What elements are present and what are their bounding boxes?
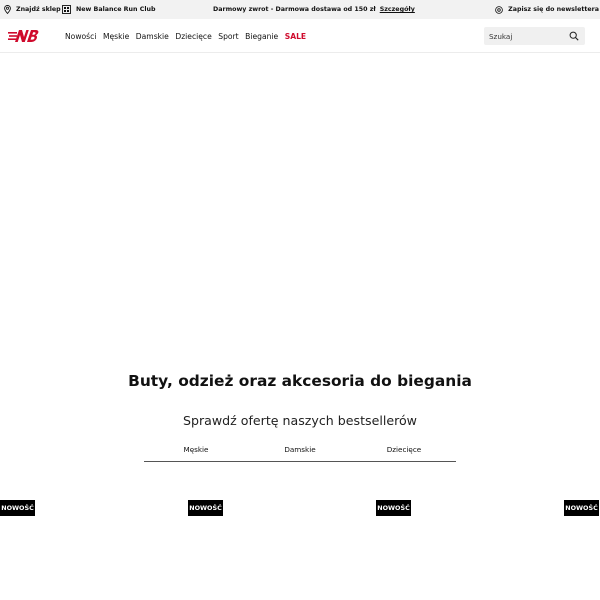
nav-item-sale[interactable]: SALE bbox=[285, 32, 306, 41]
bestseller-tabs: Męskie Damskie Dziecięce bbox=[144, 441, 456, 462]
new-balance-logo[interactable] bbox=[8, 28, 39, 44]
promo-banner: Darmowy zwrot - Darmowa dostawa od 150 z… bbox=[213, 0, 415, 19]
new-badge: NOWOŚĆ bbox=[564, 500, 599, 516]
nav-item-meskie[interactable]: Męskie bbox=[103, 32, 129, 41]
run-club-icon bbox=[62, 5, 71, 14]
nav-item-nowosci[interactable]: Nowości bbox=[65, 32, 96, 41]
at-sign-icon bbox=[495, 5, 503, 14]
utility-bar: Znajdź sklep New Balance Run Club Darmow… bbox=[0, 0, 600, 19]
section-headline: Buty, odzież oraz akcesoria do biegania bbox=[128, 372, 472, 390]
tab-damskie[interactable]: Damskie bbox=[248, 441, 352, 461]
main-nav: Nowości Męskie Damskie Dziecięce Sport B… bbox=[65, 19, 313, 53]
nav-item-bieganie[interactable]: Bieganie bbox=[245, 32, 278, 41]
new-badge: NOWOŚĆ bbox=[188, 500, 223, 516]
newsletter-label: Zapisz się do newslettera bbox=[508, 6, 599, 13]
find-store-link[interactable]: Znajdź sklep bbox=[4, 0, 61, 19]
section-subheadline: Sprawdź ofertę naszych bestsellerów bbox=[183, 413, 417, 428]
run-club-label: New Balance Run Club bbox=[76, 6, 156, 13]
find-store-label: Znajdź sklep bbox=[16, 6, 61, 13]
hero-banner bbox=[0, 54, 600, 354]
nav-item-damskie[interactable]: Damskie bbox=[136, 32, 169, 41]
location-pin-icon bbox=[4, 5, 11, 14]
new-badge: NOWOŚĆ bbox=[0, 500, 35, 516]
nav-item-dzieciece[interactable]: Dziecięce bbox=[175, 32, 211, 41]
tab-dzieciece[interactable]: Dziecięce bbox=[352, 441, 456, 461]
search-box bbox=[484, 27, 585, 45]
site-header: Nowości Męskie Damskie Dziecięce Sport B… bbox=[0, 19, 600, 53]
search-icon[interactable] bbox=[569, 31, 579, 41]
nav-item-sport[interactable]: Sport bbox=[218, 32, 238, 41]
new-badge: NOWOŚĆ bbox=[376, 500, 411, 516]
run-club-link[interactable]: New Balance Run Club bbox=[62, 0, 155, 19]
search-input[interactable] bbox=[489, 31, 567, 41]
tab-meskie[interactable]: Męskie bbox=[144, 441, 248, 461]
promo-text: Darmowy zwrot - Darmowa dostawa od 150 z… bbox=[213, 6, 376, 13]
promo-details-link[interactable]: Szczegóły bbox=[380, 6, 415, 13]
newsletter-link[interactable]: Zapisz się do newslettera bbox=[495, 0, 599, 19]
